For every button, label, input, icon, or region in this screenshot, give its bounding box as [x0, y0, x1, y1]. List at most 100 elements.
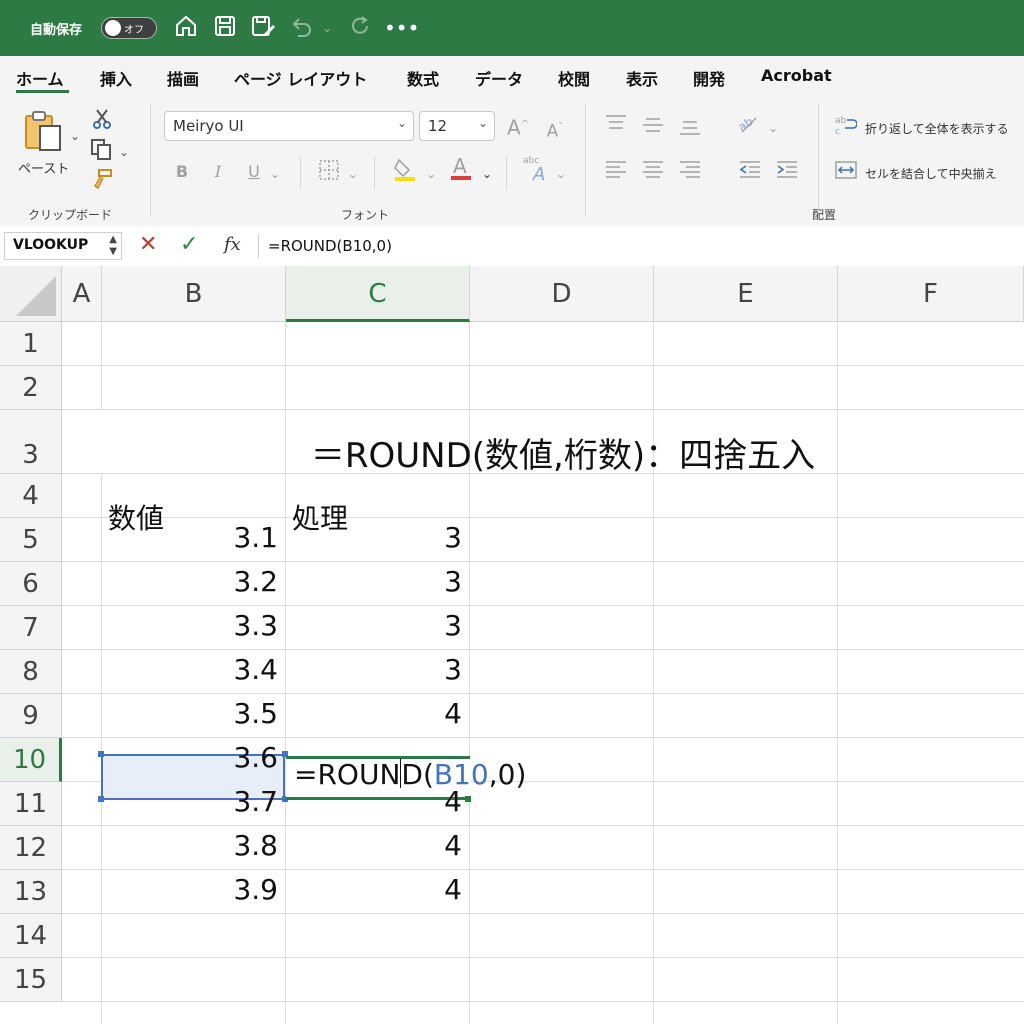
decrease-font-icon[interactable]: Aˇ: [541, 116, 569, 144]
row-header-12[interactable]: 12: [0, 826, 62, 870]
row-header-15[interactable]: 15: [0, 958, 62, 1002]
column-header-a[interactable]: A: [62, 266, 102, 322]
cell-b11[interactable]: 3.7: [102, 785, 278, 818]
cell-c13[interactable]: 4: [286, 873, 462, 906]
column-header-c[interactable]: C: [286, 266, 470, 322]
merge-center-label[interactable]: セルを結合して中央揃え: [865, 165, 997, 182]
paste-icon[interactable]: [22, 110, 66, 154]
row-header-3[interactable]: 3: [0, 410, 62, 474]
align-bottom-icon[interactable]: [678, 118, 702, 143]
decrease-indent-icon[interactable]: [738, 160, 762, 185]
format-painter-icon[interactable]: [90, 168, 114, 197]
cell-b13[interactable]: 3.9: [102, 873, 278, 906]
cell-b8[interactable]: 3.4: [102, 653, 278, 686]
tab-home[interactable]: ホーム: [16, 66, 64, 90]
orientation-icon[interactable]: ab: [735, 112, 761, 141]
row-header-4[interactable]: 4: [0, 474, 62, 518]
formula-input[interactable]: =ROUND(B10,0): [268, 237, 392, 255]
wrap-text-label[interactable]: 折り返して全体を表示する: [865, 120, 1009, 137]
phonetic-icon[interactable]: abc A: [522, 154, 550, 189]
cell-b10[interactable]: 3.6: [102, 741, 278, 774]
undo-icon[interactable]: [288, 14, 316, 42]
row-header-6[interactable]: 6: [0, 562, 62, 606]
cell-c6[interactable]: 3: [286, 565, 462, 598]
enter-check-icon[interactable]: ✓: [180, 232, 198, 257]
row-header-7[interactable]: 7: [0, 606, 62, 650]
select-all-button[interactable]: [0, 266, 62, 322]
align-center-icon[interactable]: [641, 160, 665, 185]
font-color-dropdown-icon[interactable]: ⌄: [480, 162, 494, 186]
redo-icon[interactable]: [346, 14, 374, 42]
increase-font-icon[interactable]: A^: [504, 113, 532, 140]
align-right-icon[interactable]: [678, 160, 702, 185]
row-header-10[interactable]: 10: [0, 738, 62, 782]
bold-button[interactable]: B: [172, 160, 192, 184]
tab-review[interactable]: 校閲: [558, 66, 590, 90]
merge-center-icon[interactable]: [834, 160, 858, 187]
row-header-8[interactable]: 8: [0, 650, 62, 694]
cancel-icon[interactable]: ✕: [139, 232, 157, 257]
orientation-dropdown-icon[interactable]: ⌄: [766, 116, 780, 140]
cell-b6[interactable]: 3.2: [102, 565, 278, 598]
save-icon[interactable]: [211, 14, 239, 42]
font-color-icon[interactable]: A: [448, 154, 474, 189]
copy-icon[interactable]: [88, 138, 114, 167]
row-header-1[interactable]: 1: [0, 322, 62, 366]
row-header-11[interactable]: 11: [0, 782, 62, 826]
tab-acrobat[interactable]: Acrobat: [761, 66, 832, 85]
fill-color-icon[interactable]: [392, 156, 418, 189]
sheet-title[interactable]: ＝ROUND(数値,桁数)：四捨五入: [102, 428, 1024, 477]
cell-c7[interactable]: 3: [286, 609, 462, 642]
cell-b5[interactable]: 3.1: [102, 521, 278, 554]
row-header-5[interactable]: 5: [0, 518, 62, 562]
cell-c9[interactable]: 4: [286, 697, 462, 730]
row-header-13[interactable]: 13: [0, 870, 62, 914]
column-header-f[interactable]: F: [838, 266, 1024, 322]
cell-b12[interactable]: 3.8: [102, 829, 278, 862]
tab-data[interactable]: データ: [475, 66, 523, 90]
row-header-14[interactable]: 14: [0, 914, 62, 958]
tab-insert[interactable]: 挿入: [100, 66, 132, 90]
tab-draw[interactable]: 描画: [167, 66, 199, 90]
align-top-icon[interactable]: [604, 114, 628, 139]
cell-c10-editing[interactable]: =ROUND(B10,0): [294, 758, 526, 791]
tab-page-layout[interactable]: ページ レイアウト: [234, 66, 367, 90]
align-middle-icon[interactable]: [641, 116, 665, 141]
cell-b7[interactable]: 3.3: [102, 609, 278, 642]
name-box[interactable]: VLOOKUP ▲ ▼: [4, 232, 122, 260]
row-header-2[interactable]: 2: [0, 366, 62, 410]
scissors-icon[interactable]: [90, 108, 114, 137]
cell-c12[interactable]: 4: [286, 829, 462, 862]
cell-c8[interactable]: 3: [286, 653, 462, 686]
borders-dropdown-icon[interactable]: ⌄: [346, 162, 360, 186]
cell-c5[interactable]: 3: [286, 521, 462, 554]
wrap-text-icon[interactable]: ab c: [834, 114, 858, 143]
tab-formulas[interactable]: 数式: [407, 66, 439, 90]
borders-icon[interactable]: [316, 159, 342, 188]
name-box-spin-icon[interactable]: ▲ ▼: [109, 234, 117, 258]
home-icon[interactable]: [172, 14, 200, 42]
tab-view[interactable]: 表示: [626, 66, 658, 90]
row-header-9[interactable]: 9: [0, 694, 62, 738]
underline-dropdown-icon[interactable]: ⌄: [268, 162, 282, 186]
autosave-toggle[interactable]: オフ: [101, 17, 157, 39]
more-icon[interactable]: •••: [384, 14, 419, 42]
column-header-d[interactable]: D: [470, 266, 654, 322]
paste-dropdown-icon[interactable]: ⌄: [68, 124, 82, 148]
fill-color-dropdown-icon[interactable]: ⌄: [424, 162, 438, 186]
font-size-select[interactable]: 12 ⌄: [419, 111, 495, 141]
increase-indent-icon[interactable]: [775, 160, 799, 185]
copy-dropdown-icon[interactable]: ⌄: [117, 140, 131, 164]
font-name-select[interactable]: Meiryo UI ⌄: [164, 111, 414, 141]
cell-b9[interactable]: 3.5: [102, 697, 278, 730]
italic-button[interactable]: I: [208, 160, 228, 184]
align-left-icon[interactable]: [604, 160, 628, 185]
column-header-e[interactable]: E: [654, 266, 838, 322]
underline-button[interactable]: U: [244, 160, 264, 184]
save-as-icon[interactable]: [249, 14, 277, 42]
insert-function-button[interactable]: fx: [224, 234, 241, 255]
column-header-b[interactable]: B: [102, 266, 286, 322]
undo-dropdown-icon[interactable]: ⌄: [320, 14, 334, 42]
phonetic-dropdown-icon[interactable]: ⌄: [554, 162, 568, 186]
tab-developer[interactable]: 開発: [693, 66, 725, 90]
